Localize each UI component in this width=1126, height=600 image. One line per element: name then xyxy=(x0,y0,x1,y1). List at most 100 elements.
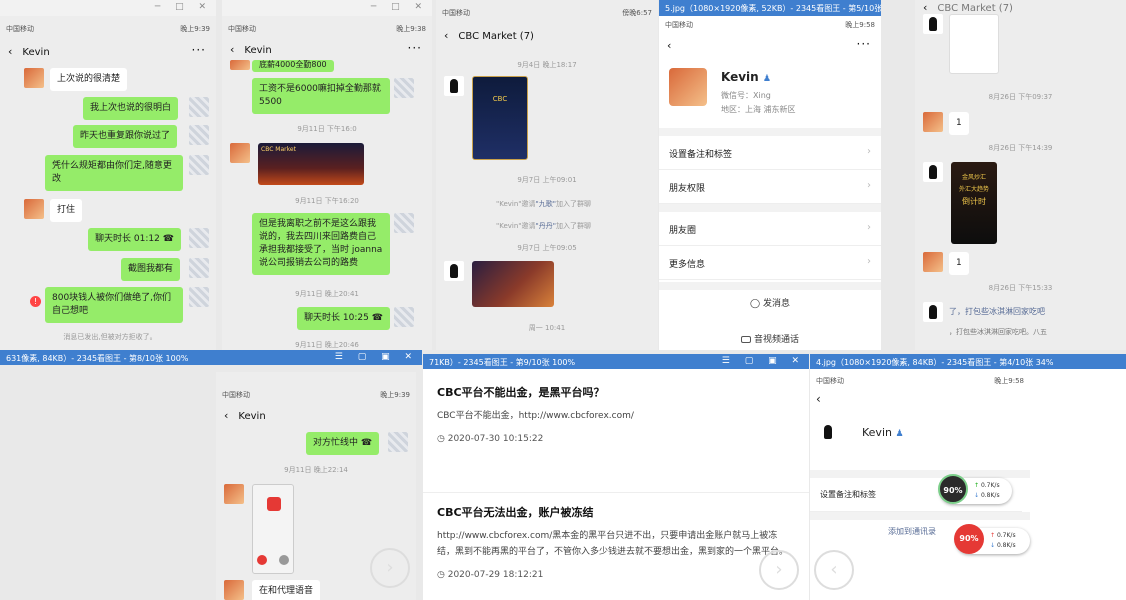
article-1[interactable]: CBC平台不能出金，是黑平台吗？ CBC平台不能出金，http://www.cb… xyxy=(423,384,809,444)
call-screenshot-image[interactable] xyxy=(252,484,294,574)
chevron-right-icon: › xyxy=(867,222,871,233)
group-title: CBC Market (7) xyxy=(937,3,1013,14)
article-body: http://www.cbcforex.com/黑本金的黑平台只进不出，只要申请… xyxy=(437,531,789,557)
more-icon[interactable]: ··· xyxy=(192,43,206,57)
phone-icon: ☎ xyxy=(162,234,174,244)
avatar[interactable] xyxy=(923,162,943,182)
row-more-info[interactable]: 更多信息 › xyxy=(659,246,881,280)
message-bubble: 截图我都有 xyxy=(121,258,181,281)
message-snippet: 了，打包些冰淇淋回家吃吧 xyxy=(949,307,1045,316)
window-controls[interactable]: ─ □ ✕ xyxy=(155,2,212,12)
back-arrow-icon[interactable]: ‹ xyxy=(230,43,234,56)
send-failed-icon[interactable]: ! xyxy=(30,296,41,307)
message-bubble: 凭什么规矩都由你们定,随意更改 xyxy=(45,155,183,191)
divider xyxy=(810,512,1030,520)
avatar[interactable] xyxy=(923,252,943,272)
chevron-right-icon: › xyxy=(867,180,871,191)
screenshot-image-message[interactable] xyxy=(949,14,999,74)
back-arrow-icon[interactable]: ‹ xyxy=(444,29,448,42)
more-icon[interactable]: ··· xyxy=(857,37,871,51)
article-time: ◷ 2020-07-29 18:12:21 xyxy=(437,570,544,580)
avatar[interactable] xyxy=(189,97,209,117)
back-arrow-icon[interactable]: ‹ xyxy=(667,39,671,52)
profile-name: Kevin ♟ xyxy=(862,426,904,439)
phone-status-bar: 中国移动 傍晚6:57 xyxy=(442,9,652,17)
avatar[interactable] xyxy=(388,432,408,452)
avatar[interactable] xyxy=(24,68,44,88)
avatar[interactable] xyxy=(224,580,244,600)
avatar[interactable] xyxy=(189,287,209,307)
phone-status-bar: 中国移动 晚上9:39 xyxy=(222,391,410,399)
prev-image-button[interactable]: ‹ xyxy=(814,550,854,590)
chat-header: ‹ Kevin xyxy=(216,404,416,428)
row-moments[interactable]: 朋友圈 › xyxy=(659,212,881,246)
window-titlebar: ─ □ ✕ xyxy=(0,0,216,16)
poster-image-message[interactable]: 金风炒汇 外汇大趋势 倒计时 xyxy=(951,162,997,244)
send-message-button[interactable]: ◯ 发消息 xyxy=(659,296,881,309)
back-arrow-icon[interactable]: ‹ xyxy=(8,45,12,58)
call-status-bubble[interactable]: 对方忙线中 ☎ xyxy=(306,432,380,455)
next-image-button[interactable]: › xyxy=(759,550,799,590)
back-arrow-icon[interactable]: ‹ xyxy=(923,1,927,14)
avatar[interactable] xyxy=(394,307,414,327)
back-arrow-icon[interactable]: ‹ xyxy=(224,409,228,422)
avatar[interactable] xyxy=(189,258,209,278)
system-notice: "Kevin"邀请"丹丹"加入了群聊 xyxy=(496,222,591,230)
network-speed-widget[interactable]: 90% ↑ 0.7K/s ↓ 0.8K/s xyxy=(954,524,1030,554)
profile-name: Kevin ♟ xyxy=(721,70,771,84)
avatar[interactable] xyxy=(230,143,250,163)
window-controls[interactable]: ☰ ▢ ▣ ✕ xyxy=(722,356,805,366)
avatar[interactable] xyxy=(923,14,943,34)
image-message[interactable] xyxy=(472,261,554,307)
group-chat-window: 中国移动 傍晚6:57 ‹ CBC Market (7) 9月4日 晚上18:17 … xyxy=(436,0,658,350)
network-speed-widget[interactable]: 90% ↑ 0.7K/s ↓ 0.8K/s xyxy=(938,474,1012,504)
avatar[interactable] xyxy=(224,484,244,504)
chat-window-3: 中国移动 晚上9:39 ‹ Kevin 对方忙线中 ☎ 9月11日 晚上22:14 … xyxy=(216,372,416,600)
divider xyxy=(810,470,1030,478)
avatar[interactable] xyxy=(24,199,44,219)
window-controls[interactable]: ☰ ▢ ▣ ✕ xyxy=(335,352,418,362)
next-image-button[interactable]: › xyxy=(370,548,410,588)
upload-speed: ↑ 0.7K/s xyxy=(990,532,1016,539)
window-controls[interactable]: ─ □ ✕ xyxy=(371,2,428,12)
row-friend-permissions[interactable]: 朋友权限 › xyxy=(659,170,881,204)
avatar[interactable] xyxy=(444,76,464,96)
clock-icon: ◷ xyxy=(437,434,445,444)
wechat-id: 微信号：Xing xyxy=(721,91,771,100)
phone-status-bar: 中国移动 晚上9:58 xyxy=(665,21,875,29)
profile-avatar[interactable] xyxy=(669,68,707,106)
person-icon: ♟ xyxy=(762,74,771,84)
profile-avatar[interactable] xyxy=(818,422,854,458)
article-2[interactable]: CBC平台无法出金，账户被冻结 http://www.cbcforex.com/… xyxy=(423,504,809,580)
region: 地区：上海 浦东新区 xyxy=(721,105,796,114)
avatar[interactable] xyxy=(189,155,209,175)
phone-icon: ☎ xyxy=(360,438,373,448)
add-to-contacts-link[interactable]: 添加到通讯录 xyxy=(888,526,936,537)
avatar[interactable] xyxy=(189,228,209,248)
contact-name: Kevin xyxy=(22,47,50,58)
row-remark-tags[interactable]: 设置备注和标签› xyxy=(659,136,881,170)
more-icon[interactable]: ··· xyxy=(408,41,422,55)
avatar[interactable] xyxy=(230,60,250,70)
timestamp: 8月26日 下午14:39 xyxy=(988,144,1053,152)
video-call-button[interactable]: 音视频通话 xyxy=(659,332,881,345)
call-duration-bubble[interactable]: 聊天时长 10:25 ☎ xyxy=(297,307,390,330)
avatar[interactable] xyxy=(923,302,943,322)
avatar[interactable] xyxy=(444,261,464,281)
profile-header: ‹ ··· xyxy=(659,34,881,58)
article-time: ◷ 2020-07-30 10:15:22 xyxy=(437,434,544,444)
contact-name: Kevin xyxy=(238,411,266,422)
timestamp: 9月11日 下午16:20 xyxy=(295,197,359,205)
phone-icon: ☎ xyxy=(371,313,383,323)
avatar[interactable] xyxy=(923,112,943,132)
avatar[interactable] xyxy=(394,213,414,233)
message-snippet: ，打包些冰淇淋回家吃吧。八五 xyxy=(949,328,1047,336)
avatar[interactable] xyxy=(189,125,209,145)
timestamp: 9月4日 晚上18:17 xyxy=(517,61,577,69)
chat-header: ‹ CBC Market (7) xyxy=(915,0,1126,20)
back-arrow-icon[interactable]: ‹ xyxy=(816,392,821,406)
poster-image-message[interactable]: CBC xyxy=(472,76,528,160)
avatar[interactable] xyxy=(394,78,414,98)
call-duration-bubble[interactable]: 聊天时长 01:12 ☎ xyxy=(88,228,181,251)
image-message[interactable]: CBC Market xyxy=(258,143,364,185)
